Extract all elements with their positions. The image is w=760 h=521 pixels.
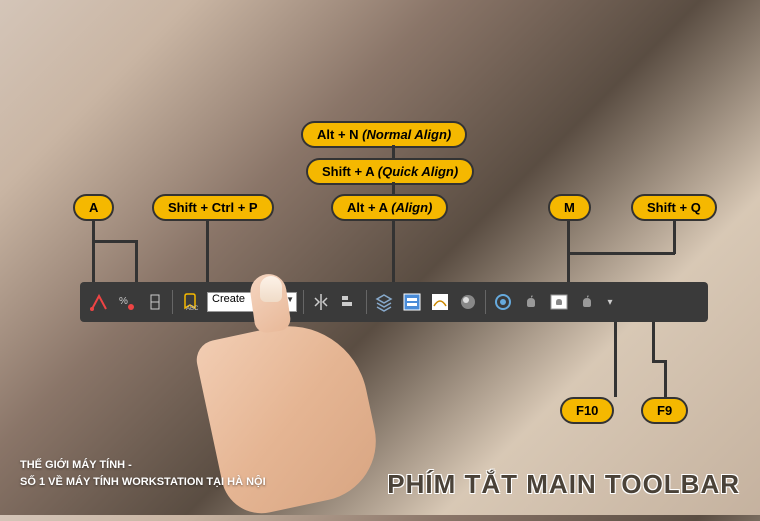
- shortcut-label-shift-a: Shift + A (Quick Align): [306, 158, 474, 185]
- dropdown-arrow-icon[interactable]: ▾: [604, 291, 616, 313]
- percent-snap-icon[interactable]: %: [116, 291, 138, 313]
- separator: [366, 290, 367, 314]
- material-editor-icon[interactable]: [457, 291, 479, 313]
- curve-editor-icon[interactable]: [429, 291, 451, 313]
- shortcut-label-shift-ctrl-p: Shift + Ctrl + P: [152, 194, 274, 221]
- connector: [673, 220, 676, 254]
- svg-text:%: %: [119, 296, 128, 307]
- render-frame-icon[interactable]: [520, 291, 542, 313]
- shortcut-label-m: M: [548, 194, 591, 221]
- create-dropdown[interactable]: Create: [207, 292, 261, 312]
- shortcut-label-f10: F10: [560, 397, 614, 424]
- render-production-icon[interactable]: [548, 291, 570, 313]
- separator: [485, 290, 486, 314]
- main-toolbar: % ABC Create Se ▾: [80, 282, 708, 322]
- shortcut-label-f9: F9: [641, 397, 688, 424]
- separator: [303, 290, 304, 314]
- shortcut-label-shift-q: Shift + Q: [631, 194, 717, 221]
- caption: THẾ GIỚI MÁY TÍNH - SỐ 1 VỀ MÁY TÍNH WOR…: [20, 457, 266, 490]
- connector: [135, 240, 138, 282]
- render-setup-icon[interactable]: [492, 291, 514, 313]
- connector: [92, 240, 137, 243]
- connector: [392, 182, 395, 196]
- named-selection-icon[interactable]: ABC: [179, 291, 201, 313]
- snap-toggle-icon[interactable]: [144, 291, 166, 313]
- shortcut-label-a: A: [73, 194, 114, 221]
- render-last-icon[interactable]: [576, 291, 598, 313]
- connector: [664, 360, 667, 397]
- align-icon[interactable]: [338, 291, 360, 313]
- connector: [206, 220, 209, 282]
- angle-snap-icon[interactable]: [88, 291, 110, 313]
- layers-icon[interactable]: [373, 291, 395, 313]
- connector: [92, 220, 95, 282]
- connector: [567, 220, 570, 282]
- connector: [392, 220, 395, 282]
- selection-dropdown[interactable]: Se: [267, 292, 297, 312]
- svg-text:ABC: ABC: [186, 306, 199, 312]
- schematic-view-icon[interactable]: [401, 291, 423, 313]
- connector: [392, 145, 395, 160]
- connector: [652, 322, 655, 362]
- page-title: PHÍM TẮT MAIN TOOLBAR: [387, 469, 740, 500]
- connector: [614, 322, 617, 397]
- separator: [172, 290, 173, 314]
- shortcut-label-alt-n: Alt + N (Normal Align): [301, 121, 467, 148]
- mirror-icon[interactable]: [310, 291, 332, 313]
- shortcut-label-alt-a: Alt + A (Align): [331, 194, 448, 221]
- connector: [567, 252, 675, 255]
